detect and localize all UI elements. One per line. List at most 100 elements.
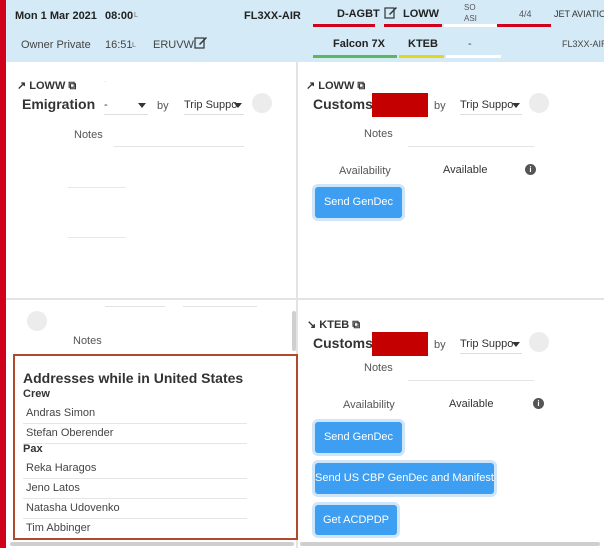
external-link-icon[interactable]: ⧉ [357,80,365,92]
row-divider [6,298,604,300]
get-acdpdp-button[interactable]: Get ACDPDP [315,505,397,535]
by-label: by [157,100,169,112]
departure-airport[interactable]: LOWW [403,8,439,20]
select-value: Trip Suppo [460,338,514,350]
notes-label: Notes [364,128,393,140]
list-item: Natasha Udovenko [26,502,120,514]
customs-status-select[interactable] [372,93,428,117]
flight-number: FL3XX-AIR [244,10,301,22]
notes-field[interactable] [408,380,534,381]
edit-icon[interactable] [194,35,208,52]
availability-value: Available [449,398,494,410]
emigration-title: Emigration [22,96,96,112]
reg-underline [313,24,375,27]
scrollbar[interactable] [292,311,296,351]
arrival-time: 16:51 [105,39,133,51]
info-icon[interactable]: i [525,164,536,175]
list-item: Jeno Latos [26,482,80,494]
status-bar [0,0,6,548]
departure-arrow-icon: ↗ [17,80,27,92]
airport-code: KTEB [319,319,350,331]
time2-suffix: L [132,42,136,49]
send-gendec-button[interactable]: Send GenDec [315,187,402,218]
asi-label: ASI [464,14,477,23]
chevron-down-icon [234,103,242,108]
faded-field [68,237,126,238]
availability-label: Availability [343,399,395,411]
by-label: by [434,100,446,112]
arrival-underline [399,55,444,58]
so-underline [444,24,499,27]
customs-title: Customs [313,96,373,112]
list-item: Reka Haragos [26,462,97,474]
customs-status-select[interactable] [372,332,428,356]
availability-value: Available [443,164,488,176]
airport-code: LOWW [29,80,66,92]
pax-heading: Pax [23,443,43,455]
time-suffix: L [134,12,138,19]
horizontal-scrollbar[interactable] [300,542,600,546]
external-link-icon[interactable]: ⧉ [68,80,76,92]
faded-field [105,306,165,307]
count-underline [497,24,551,27]
departure-arrow-icon: ↗ [306,80,316,92]
arrival-airport[interactable]: KTEB [408,38,438,50]
list-item: Stefan Oberender [26,427,114,439]
emigration-status-select[interactable]: - [104,96,148,115]
type-underline [313,55,397,58]
by-label: by [434,339,446,351]
notes-field[interactable] [408,146,534,147]
status-toggle[interactable] [529,93,549,113]
horizontal-scrollbar[interactable] [10,542,294,546]
operator-name: JET AVIATION [554,9,604,19]
crew-heading: Crew [23,388,50,400]
dash-value: - [468,38,472,50]
status-toggle[interactable] [252,93,272,113]
divider [23,423,247,424]
airport-underline [384,24,442,27]
panel-airport-customs-departure[interactable]: ↗ LOWW ⧉ [306,79,365,93]
divider [23,478,247,479]
customs-support-select[interactable]: Trip Suppo [460,335,522,354]
send-cbp-gendec-button[interactable]: Send US CBP GenDec and Manifest [315,463,494,494]
trip-time: 08:00 [105,10,134,22]
faded-field [183,306,257,307]
arrival-arrow-icon: ↘ [307,319,317,331]
edit-icon[interactable] [384,5,398,22]
notes-label: Notes [73,335,102,347]
divider [23,498,247,499]
external-link-icon[interactable]: ⧉ [352,319,360,331]
faded-field [68,187,126,188]
customs-support-select[interactable]: Trip Suppo [460,96,522,115]
info-icon[interactable]: i [533,398,544,409]
addresses-panel: Addresses while in United States Crew An… [13,354,298,540]
addresses-title: Addresses while in United States [23,370,244,386]
trip-header: Mon 1 Mar 2021 08:00 L FL3XX-AIR D-AGBT … [6,0,604,62]
select-value: - [104,99,108,111]
chevron-down-icon [512,342,520,347]
flight-code-2: FL3XX-AIR [562,39,604,49]
customs-title: Customs [313,335,373,351]
panel-airport-customs-arrival[interactable]: ↘ KTEB ⧉ [307,318,360,332]
chevron-down-icon [138,103,146,108]
so-label: SO [464,3,476,12]
availability-label: Availability [339,165,391,177]
send-gendec-button[interactable]: Send GenDec [315,422,402,453]
faded-text: · [104,76,107,86]
divider [23,518,247,519]
select-value: Trip Suppo [184,99,238,111]
notes-field[interactable] [114,146,244,147]
notes-label: Notes [364,362,393,374]
aircraft-type: Falcon 7X [333,38,385,50]
panel-airport-emigration[interactable]: ↗ LOWW ⧉ [17,79,76,93]
select-value: Trip Suppo [460,99,514,111]
airport-code: LOWW [318,80,355,92]
leg-count: 4/4 [519,9,532,19]
status-toggle[interactable] [529,332,549,352]
chevron-down-icon [512,103,520,108]
emigration-support-select[interactable]: Trip Suppo [184,96,244,115]
notes-label: Notes [74,129,103,141]
aircraft-registration[interactable]: D-AGBT [337,8,380,20]
status-toggle[interactable] [27,311,47,331]
divider [23,443,247,444]
